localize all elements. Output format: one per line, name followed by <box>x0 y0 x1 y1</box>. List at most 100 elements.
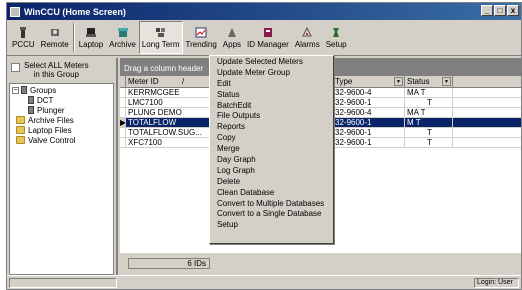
remote-button[interactable]: Remote <box>38 21 72 54</box>
tree-item-plunger[interactable]: Plunger <box>10 105 113 115</box>
cell-status: MA T <box>405 88 453 97</box>
app-window: WinCCU (Home Screen) _ □ x PCCU Remote L… <box>6 2 522 290</box>
sort-indicator-icon: / <box>182 77 185 86</box>
cell-meter-id: XFC7100 <box>126 138 213 147</box>
cell-status: T <box>405 98 453 107</box>
tree-item-label: Groups <box>30 85 57 95</box>
filter-dropdown-icon[interactable]: ▼ <box>442 77 451 86</box>
select-all-meters[interactable]: Select ALL Meters in this Group <box>7 58 116 83</box>
minimize-button[interactable]: _ <box>481 5 493 16</box>
menu-item-convert-multiple[interactable]: Convert to Multiple Databases <box>210 199 333 210</box>
cell-type: 32-9600-4 <box>333 88 405 97</box>
column-header-status[interactable]: Status ▼ <box>405 76 453 87</box>
archive-icon <box>117 27 128 37</box>
grid-footer: 6 IDs <box>120 253 521 275</box>
meter-icon <box>28 96 34 104</box>
long-term-dropdown-menu: Update Selected Meters Update Meter Grou… <box>209 55 334 244</box>
tree-item-label: Plunger <box>37 105 65 115</box>
menu-item-file-outputs[interactable]: File Outputs <box>210 111 333 122</box>
setup-button[interactable]: Setup <box>323 21 350 54</box>
groups-icon <box>21 86 27 94</box>
title-bar[interactable]: WinCCU (Home Screen) _ □ x <box>7 3 521 20</box>
cell-type: 32-9600-1 <box>333 98 405 107</box>
trending-icon <box>195 27 207 37</box>
cell-type: 32-9600-4 <box>333 108 405 117</box>
archive-label: Archive <box>109 39 136 49</box>
menu-item-reports[interactable]: Reports <box>210 122 333 133</box>
apps-button[interactable]: Apps <box>220 21 244 54</box>
cell-meter-id: KERRMCGEE <box>126 88 213 97</box>
close-button[interactable]: x <box>507 5 519 16</box>
filter-dropdown-icon[interactable]: ▼ <box>394 77 403 86</box>
column-header-type[interactable]: Type ▼ <box>333 76 405 87</box>
cell-status: M T <box>405 118 453 127</box>
long-term-label: Long Term <box>141 39 180 49</box>
menu-item-clean-database[interactable]: Clean Database <box>210 188 333 199</box>
tree-item-label: Valve Control <box>28 135 76 145</box>
tree-item-laptop-files[interactable]: Laptop Files <box>10 125 113 135</box>
laptop-label: Laptop <box>78 39 104 49</box>
menu-item-status[interactable]: Status <box>210 90 333 101</box>
menu-item-convert-single[interactable]: Convert to a Single Database <box>210 209 333 220</box>
menu-item-copy[interactable]: Copy <box>210 133 333 144</box>
remote-label: Remote <box>40 39 69 49</box>
alarms-label: Alarms <box>294 39 320 49</box>
menu-item-day-graph[interactable]: Day Graph <box>210 155 333 166</box>
laptop-button[interactable]: Laptop <box>76 21 106 54</box>
menu-item-update-selected-meters[interactable]: Update Selected Meters <box>210 57 333 68</box>
tree-item-dct[interactable]: DCT <box>10 95 113 105</box>
menu-item-log-graph[interactable]: Log Graph <box>210 166 333 177</box>
tree-item-valve-control[interactable]: Valve Control <box>10 135 113 145</box>
setup-icon <box>333 27 340 37</box>
id-manager-label: ID Manager <box>247 39 289 49</box>
folder-icon <box>16 126 25 134</box>
remote-icon <box>50 28 59 36</box>
maximize-button[interactable]: □ <box>494 5 506 16</box>
pccu-label: PCCU <box>12 39 35 49</box>
folder-icon <box>16 116 25 124</box>
tree-item-archive-files[interactable]: Archive Files <box>10 115 113 125</box>
menu-item-edit[interactable]: Edit <box>210 79 333 90</box>
login-status: Login: User <box>474 278 519 288</box>
folder-icon <box>16 136 25 144</box>
setup-label: Setup <box>325 39 347 49</box>
tree-item-label: Laptop Files <box>28 125 72 135</box>
toolbar: PCCU Remote Laptop Archive Long Term Tre… <box>7 20 521 56</box>
menu-item-update-meter-group[interactable]: Update Meter Group <box>210 68 333 79</box>
pccu-button[interactable]: PCCU <box>9 21 38 54</box>
cell-meter-id: LMC7100 <box>126 98 213 107</box>
id-manager-button[interactable]: ID Manager <box>244 21 292 54</box>
window-controls: _ □ x <box>481 5 519 16</box>
cell-type: 32-9600-1 <box>333 138 405 147</box>
cell-type: 32-9600-1 <box>333 128 405 137</box>
cell-status: MA T <box>405 108 453 117</box>
pccu-icon <box>20 26 27 38</box>
app-icon <box>10 6 20 17</box>
menu-item-delete[interactable]: Delete <box>210 177 333 188</box>
meter-icon <box>28 106 34 114</box>
cell-meter-id: PLUNG DEMO <box>126 108 213 117</box>
column-header-meter-id[interactable]: Meter ID / <box>126 76 213 87</box>
cell-status: T <box>405 128 453 137</box>
cell-type: 32-9600-1 <box>333 118 405 127</box>
select-all-label-line1: Select ALL Meters <box>24 61 89 70</box>
cell-meter-id: TOTALFLOW.SUG... <box>126 128 213 137</box>
menu-item-merge[interactable]: Merge <box>210 144 333 155</box>
status-bar: Login: User <box>7 275 521 289</box>
collapse-icon[interactable]: − <box>12 86 19 94</box>
select-all-checkbox[interactable] <box>11 63 20 72</box>
trending-button[interactable]: Trending <box>183 21 220 54</box>
apps-label: Apps <box>222 39 242 49</box>
menu-item-setup[interactable]: Setup <box>210 220 333 231</box>
menu-item-batch-edit[interactable]: BatchEdit <box>210 101 333 112</box>
toolbar-separator <box>72 23 75 52</box>
select-all-label: Select ALL Meters in this Group <box>24 61 89 79</box>
column-header-label: Meter ID <box>128 77 159 86</box>
archive-button[interactable]: Archive <box>106 21 139 54</box>
long-term-icon <box>155 27 165 37</box>
tree-item-label: DCT <box>37 95 54 105</box>
tree-item-groups[interactable]: − Groups <box>10 85 113 95</box>
alarms-button[interactable]: Alarms <box>292 21 323 54</box>
long-term-button[interactable]: Long Term <box>138 21 183 54</box>
meter-count: 6 IDs <box>128 258 210 269</box>
